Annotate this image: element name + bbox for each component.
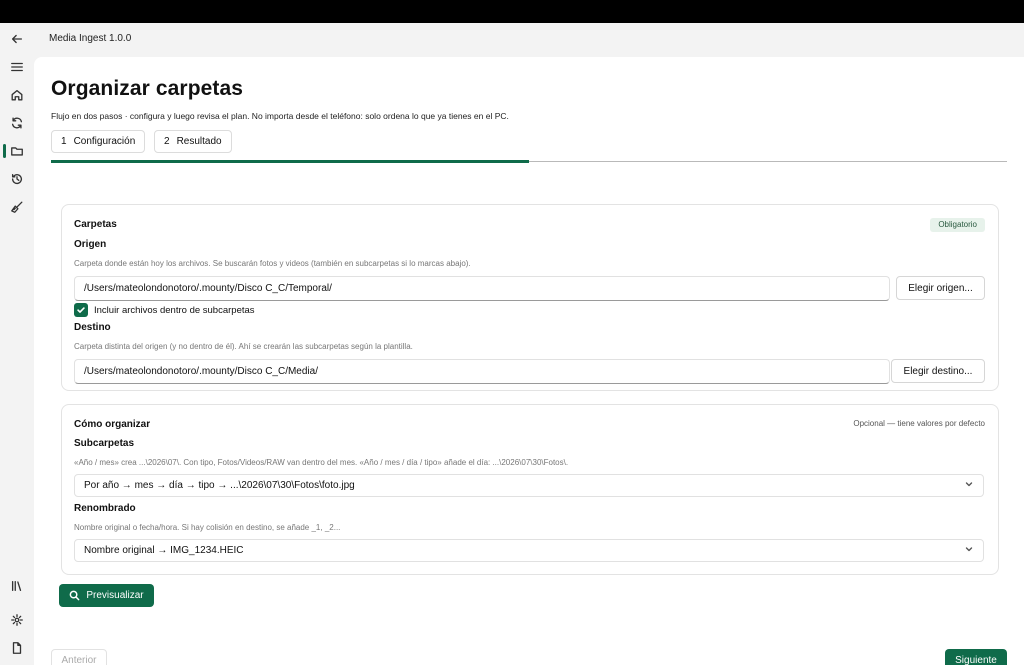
card-title: Cómo organizar	[74, 419, 151, 430]
subfolders-help: «Año / mes» crea ...\2026\07\. Con tipo,…	[74, 458, 569, 467]
destination-help: Carpeta distinta del origen (y no dentro…	[74, 342, 413, 351]
folders-card: Carpetas Obligatorio Origen Carpeta dond…	[61, 204, 999, 391]
rename-select[interactable]: Nombre original → IMG_1234.HEIC	[74, 539, 984, 562]
step-resultado[interactable]: 2 Resultado	[154, 130, 232, 153]
step-number: 2	[164, 136, 170, 147]
menu-icon[interactable]	[6, 56, 28, 78]
organize-card: Cómo organizar Opcional — tiene valores …	[61, 404, 999, 575]
subfolders-selected-value: Por año → mes → día → tipo → ...\2026\07…	[84, 480, 355, 491]
file-icon[interactable]	[6, 637, 28, 659]
nav-rail	[0, 23, 34, 665]
main-content: Organizar carpetas Flujo en dos pasos · …	[34, 57, 1024, 665]
previous-button[interactable]: Anterior	[51, 649, 107, 665]
app-window: Media Ingest 1.0.0 Organizar carpetas Fl…	[0, 23, 1024, 665]
optional-badge: Opcional — tiene valores por defecto	[853, 419, 985, 428]
step-label: Resultado	[176, 136, 222, 147]
choose-destination-button[interactable]: Elegir destino...	[891, 359, 985, 383]
folder-icon[interactable]	[6, 140, 28, 162]
sync-icon[interactable]	[6, 112, 28, 134]
settings-icon[interactable]	[6, 609, 28, 631]
search-icon	[69, 590, 86, 601]
origin-input[interactable]: /Users/mateolondonotoro/.mounty/Disco C_…	[74, 276, 890, 301]
page-subtitle: Flujo en dos pasos · configura y luego r…	[51, 111, 509, 121]
step-label: Configuración	[73, 136, 136, 147]
preview-button-label: Previsualizar	[86, 590, 144, 601]
required-badge: Obligatorio	[930, 218, 985, 232]
origin-label: Origen	[74, 239, 107, 250]
page-title: Organizar carpetas	[51, 77, 244, 100]
choose-origin-button[interactable]: Elegir origen...	[896, 276, 985, 300]
rename-label: Renombrado	[74, 503, 136, 514]
chevron-down-icon	[964, 544, 974, 557]
destination-input[interactable]: /Users/mateolondonotoro/.mounty/Disco C_…	[74, 359, 890, 384]
rename-help: Nombre original o fecha/hora. Si hay col…	[74, 523, 341, 532]
title-bar: Media Ingest 1.0.0	[0, 23, 1024, 56]
preview-button[interactable]: Previsualizar	[59, 584, 154, 607]
window-title: Media Ingest 1.0.0	[49, 33, 132, 44]
library-icon[interactable]	[6, 575, 28, 597]
destination-label: Destino	[74, 322, 111, 333]
history-icon[interactable]	[6, 168, 28, 190]
subfolders-label: Subcarpetas	[74, 438, 135, 449]
subfolders-select[interactable]: Por año → mes → día → tipo → ...\2026\07…	[74, 474, 984, 497]
back-arrow-icon[interactable]	[6, 28, 28, 50]
home-icon[interactable]	[6, 84, 28, 106]
card-title: Carpetas	[74, 219, 117, 230]
rename-selected-value: Nombre original → IMG_1234.HEIC	[84, 545, 244, 556]
include-subfolders-label: Incluir archivos dentro de subcarpetas	[94, 305, 255, 316]
step-configuracion[interactable]: 1 Configuración	[51, 130, 146, 153]
chevron-down-icon	[964, 479, 974, 492]
origin-help: Carpeta donde están hoy los archivos. Se…	[74, 259, 471, 268]
step-number: 1	[61, 136, 67, 147]
broom-icon[interactable]	[6, 196, 28, 218]
step-progress-fill	[51, 160, 529, 163]
include-subfolders-checkbox[interactable]	[74, 303, 88, 317]
next-button[interactable]: Siguiente	[945, 649, 1007, 665]
